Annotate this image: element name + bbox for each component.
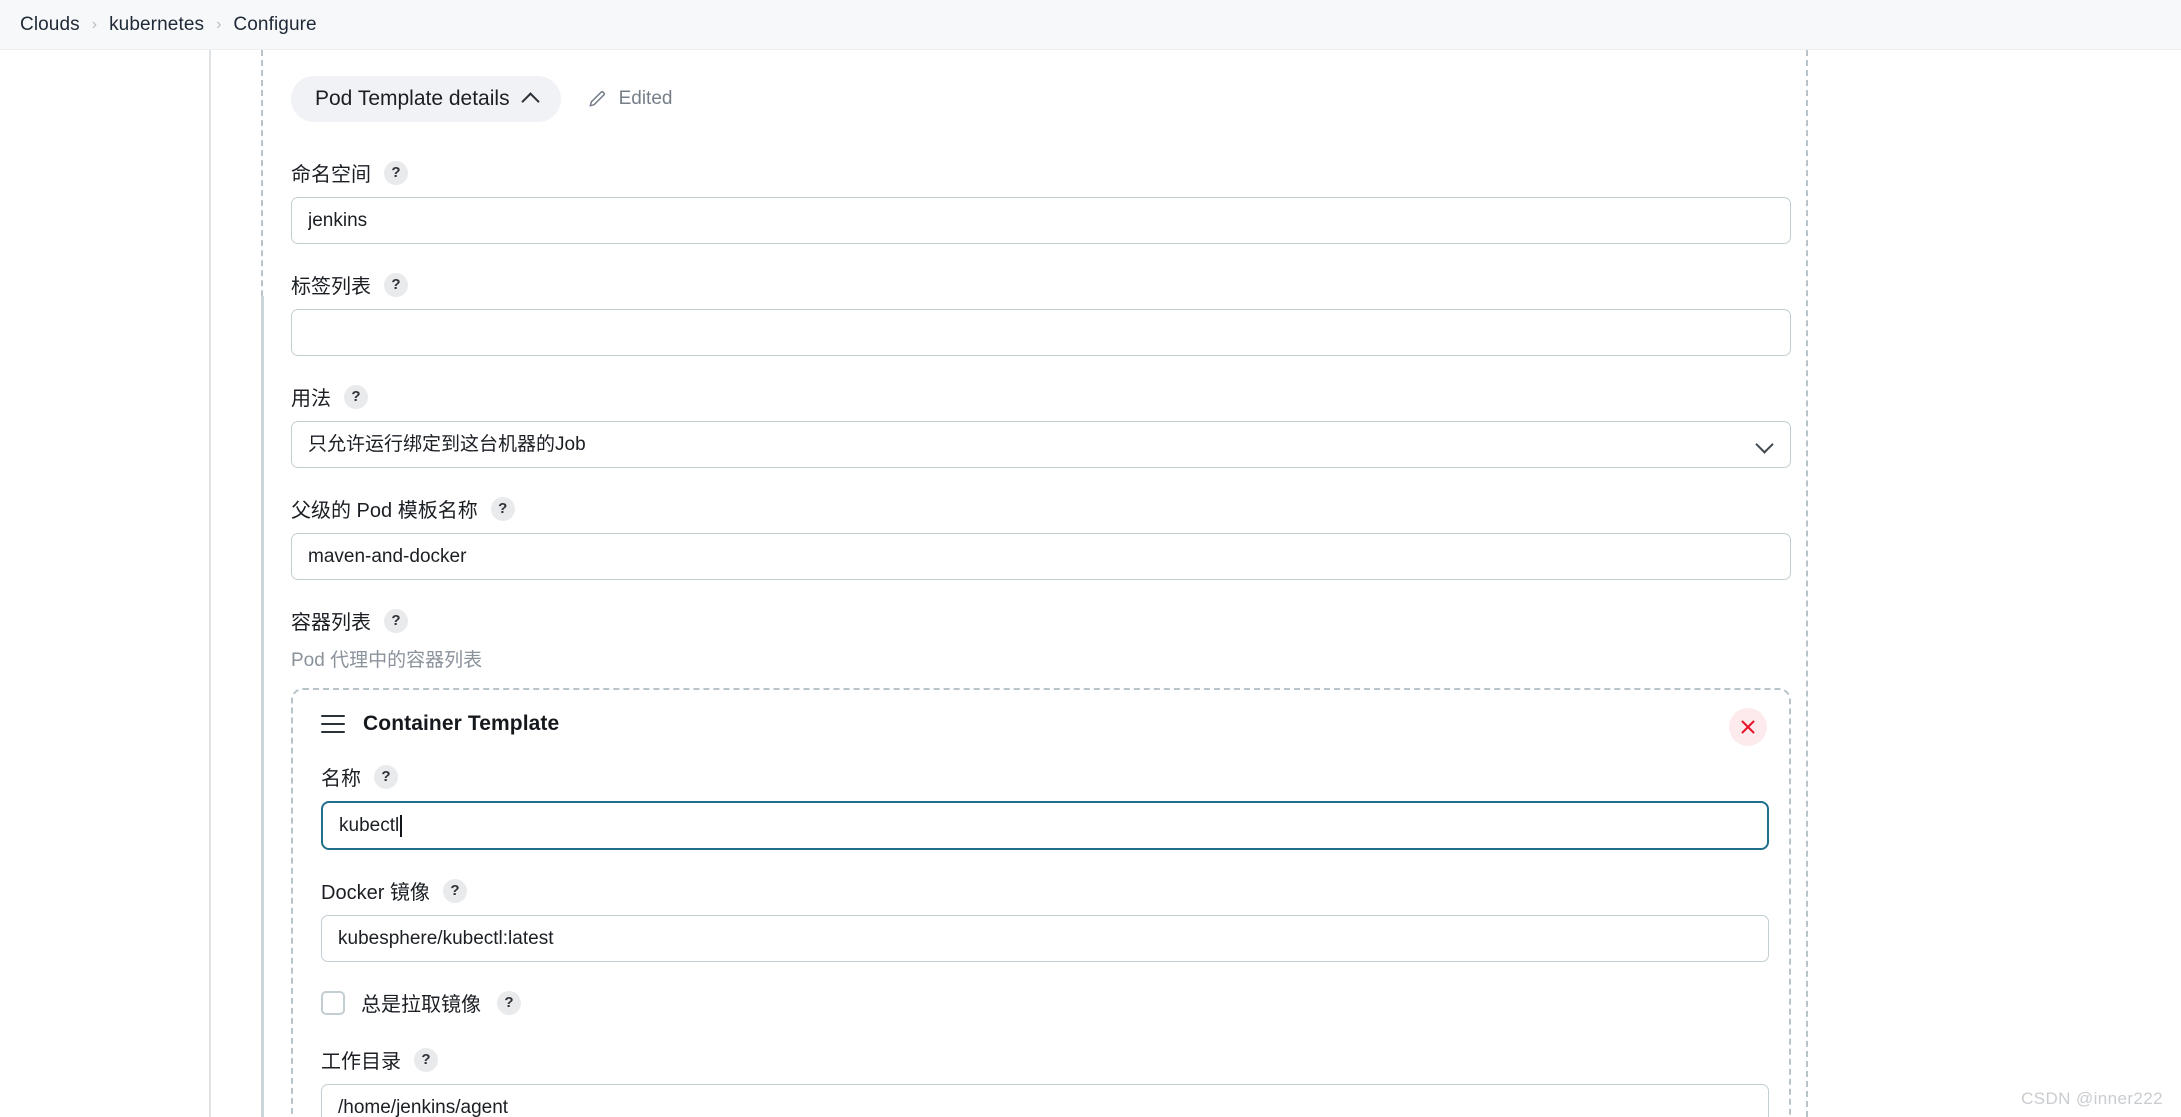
- breadcrumb: Clouds › kubernetes › Configure: [0, 0, 2181, 50]
- watermark: CSDN @inner222: [2021, 1089, 2163, 1108]
- fields-container: 命名空间 ? 标签列表 ? 用法 ?: [261, 158, 1806, 1117]
- pod-template-details-label: Pod Template details: [315, 87, 510, 110]
- help-icon[interactable]: ?: [414, 1047, 438, 1072]
- configure-page: Pod Template details Edited 命名空间 ? jenki…: [0, 50, 2181, 1117]
- section-header: Pod Template details Edited: [261, 50, 1806, 122]
- layout-guide-dashed-right: [1806, 50, 1808, 1117]
- always-pull-checkbox[interactable]: [321, 990, 345, 1015]
- always-pull-label: 总是拉取镜像: [361, 994, 481, 1016]
- docker-image-label: Docker 镜像: [321, 882, 430, 904]
- help-icon[interactable]: ?: [344, 384, 368, 409]
- usage-select-wrapper: 只允许运行绑定到这台机器的Job: [291, 421, 1791, 468]
- breadcrumb-item-clouds[interactable]: Clouds: [8, 14, 92, 36]
- usage-select[interactable]: 只允许运行绑定到这台机器的Job: [291, 421, 1791, 468]
- field-container-name: 名称 ? kubectl: [321, 762, 1769, 850]
- labels-label: 标签列表: [291, 276, 371, 298]
- edited-status: Edited: [587, 88, 673, 110]
- pod-template-form: Pod Template details Edited 命名空间 ? jenki…: [261, 50, 1806, 1117]
- container-template-title: Container Template: [363, 712, 560, 735]
- breadcrumb-item-configure[interactable]: Configure: [221, 14, 328, 36]
- label-row: 标签列表 ?: [291, 270, 1806, 299]
- label-row: 工作目录 ?: [321, 1045, 1761, 1074]
- label-row: 名称 ?: [321, 762, 1761, 791]
- text-cursor: [400, 814, 403, 837]
- help-icon[interactable]: ?: [374, 764, 398, 789]
- label-row: 容器列表 ?: [291, 606, 1806, 635]
- label-row: Docker 镜像 ?: [321, 876, 1761, 905]
- namespace-label: 命名空间: [291, 164, 371, 186]
- help-icon[interactable]: ?: [384, 160, 408, 185]
- containers-description: Pod 代理中的容器列表: [291, 650, 483, 671]
- field-labels: 标签列表 ?: [291, 270, 1806, 356]
- container-name-value: kubectl: [339, 814, 400, 836]
- label-row: 父级的 Pod 模板名称 ?: [291, 494, 1806, 523]
- help-icon[interactable]: ?: [384, 608, 408, 633]
- containers-label: 容器列表: [291, 612, 371, 634]
- chevron-up-icon: [520, 92, 540, 111]
- container-name-label: 名称: [321, 768, 361, 790]
- docker-image-input[interactable]: [321, 915, 1769, 962]
- label-row: 用法 ?: [291, 382, 1806, 411]
- parent-template-label: 父级的 Pod 模板名称: [291, 500, 478, 522]
- field-usage: 用法 ? 只允许运行绑定到这台机器的Job: [291, 382, 1806, 468]
- layout-guide-left: [209, 50, 211, 1117]
- help-icon[interactable]: ?: [442, 878, 467, 903]
- help-icon[interactable]: ?: [497, 990, 521, 1015]
- field-containers: 容器列表 ? Pod 代理中的容器列表 Container Template 名…: [291, 606, 1806, 1117]
- drag-handle-icon[interactable]: [321, 715, 345, 733]
- remove-container-template-button[interactable]: [1729, 708, 1767, 746]
- label-row: 命名空间 ?: [291, 158, 1806, 187]
- field-working-dir: 工作目录 ?: [321, 1045, 1769, 1117]
- help-icon[interactable]: ?: [384, 272, 408, 297]
- pod-template-details-toggle[interactable]: Pod Template details: [291, 76, 561, 122]
- working-dir-input[interactable]: [321, 1084, 1769, 1117]
- namespace-input[interactable]: [291, 197, 1791, 244]
- edited-label: Edited: [618, 88, 673, 109]
- parent-template-input[interactable]: [291, 533, 1791, 580]
- container-template-card: Container Template 名称 ? kubectl Docker 镜…: [291, 688, 1791, 1117]
- container-name-input[interactable]: kubectl: [321, 801, 1769, 850]
- close-icon: [1741, 720, 1755, 734]
- field-always-pull: 总是拉取镜像 ?: [321, 988, 1761, 1017]
- help-icon[interactable]: ?: [490, 496, 515, 521]
- breadcrumb-item-kubernetes[interactable]: kubernetes: [97, 14, 216, 36]
- container-template-header: Container Template: [321, 712, 1761, 736]
- field-parent-template: 父级的 Pod 模板名称 ?: [291, 494, 1806, 580]
- usage-label: 用法: [291, 388, 331, 410]
- field-docker-image: Docker 镜像 ?: [321, 876, 1769, 962]
- field-namespace: 命名空间 ?: [291, 158, 1806, 244]
- labels-input[interactable]: [291, 309, 1791, 356]
- pencil-icon: [588, 91, 605, 107]
- working-dir-label: 工作目录: [321, 1051, 401, 1073]
- field-rail: [261, 296, 264, 1117]
